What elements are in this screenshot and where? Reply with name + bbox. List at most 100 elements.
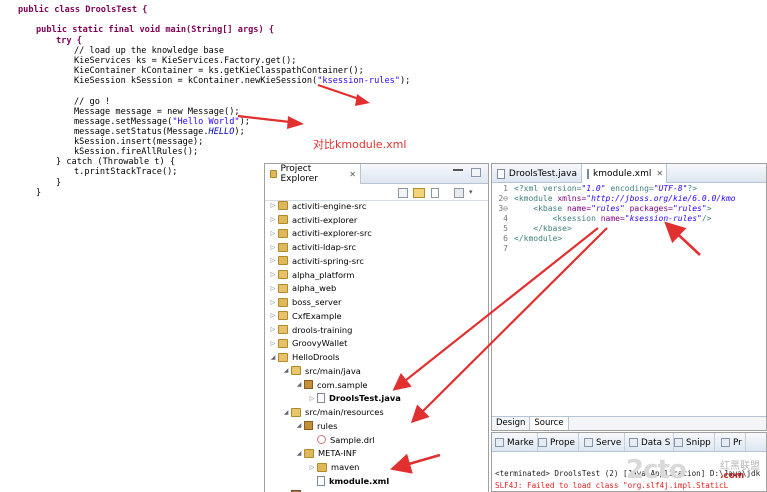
maximize-icon[interactable]: [471, 168, 481, 177]
collapse-all-icon[interactable]: [398, 188, 408, 198]
tab-progress[interactable]: Pr: [718, 433, 746, 452]
collapsed-icon[interactable]: ▷: [269, 202, 277, 209]
tree-item[interactable]: ▷ activiti-spring-src: [269, 254, 364, 268]
xml-file-icon: [587, 168, 589, 179]
folder-icon: [304, 448, 314, 458]
snippets-icon: [674, 438, 683, 447]
collapsed-icon[interactable]: ▷: [269, 299, 277, 306]
tree-item-label: CxfExample: [292, 310, 342, 321]
tree-item[interactable]: ◢ src/main/java: [282, 364, 361, 378]
tab-project-explorer[interactable]: Project Explorer ✕: [265, 164, 361, 184]
code-line: }: [56, 178, 62, 188]
tree-item[interactable]: ▷ CxfExample: [269, 309, 342, 323]
expanded-icon[interactable]: ◢: [295, 450, 303, 457]
watermark-text: 2cto: [626, 455, 687, 485]
xml-source[interactable]: 1 <?xml version="1.0" encoding="UTF-8"?> …: [492, 183, 766, 416]
tree-item[interactable]: kmodule.xml: [308, 474, 389, 488]
folder-icon: [278, 256, 288, 266]
tree-item[interactable]: ▷ activiti-explorer: [269, 213, 358, 227]
markers-icon: [495, 438, 504, 447]
source-folder-icon: [291, 407, 301, 417]
collapsed-icon[interactable]: ▷: [269, 244, 277, 251]
tree-item[interactable]: ▷ activiti-ldap-src: [269, 240, 356, 254]
tree-item[interactable]: ◢ com.sample: [295, 378, 368, 392]
code-line: kSession.insert(message);: [74, 137, 204, 147]
expanded-icon[interactable]: ◢: [282, 367, 290, 374]
tree-item[interactable]: ▷ drools-training: [269, 323, 353, 337]
progress-icon: [721, 438, 730, 447]
collapsed-icon[interactable]: ▷: [269, 230, 277, 237]
tree-item-label: activiti-ldap-src: [292, 242, 357, 253]
code-line: t.printStackTrace();: [74, 167, 178, 177]
explorer-icon: [270, 170, 278, 178]
tree-item[interactable]: ▷ boss_server: [269, 295, 342, 309]
tree-item[interactable]: ◢ rules: [295, 419, 338, 433]
code-line: // load up the knowledge base: [74, 46, 225, 56]
tab-label: Project Explorer: [280, 164, 318, 184]
code-line: // go !: [74, 97, 111, 107]
xml-line: 5 </kbase>: [503, 224, 572, 233]
tree-item-label: com.sample: [317, 379, 368, 390]
tab-source[interactable]: Source: [530, 417, 569, 430]
collapsed-icon[interactable]: ▷: [269, 257, 277, 264]
tree-item[interactable]: ▷ maven: [308, 460, 360, 474]
xml-line: 7: [503, 244, 508, 253]
tree-item[interactable]: ▷ alpha_platform: [269, 268, 355, 282]
xml-line: 1 <?xml version="1.0" encoding="UTF-8"?>: [503, 184, 698, 193]
close-icon[interactable]: ✕: [656, 169, 663, 178]
code-line: }: [36, 188, 42, 198]
collapsed-icon[interactable]: ▷: [269, 312, 277, 319]
tab-kmodule-xml[interactable]: kmodule.xml ✕: [582, 164, 667, 183]
chevron-down-icon[interactable]: ▾: [469, 188, 481, 198]
link-editor-icon[interactable]: [413, 188, 425, 198]
collapsed-icon[interactable]: ▷: [269, 216, 277, 223]
tree-item[interactable]: Sample.drl: [308, 433, 375, 447]
code-line: try {: [56, 36, 82, 46]
code-line: Message message = new Message();: [74, 107, 240, 117]
tree-item[interactable]: ▷JRE System Library [jdk1.7.0]: [282, 488, 426, 492]
tab-snippets[interactable]: Snipp: [671, 433, 715, 452]
collapsed-icon[interactable]: ▷: [269, 340, 277, 347]
collapsed-icon[interactable]: ▷: [308, 464, 316, 471]
tree-item[interactable]: ▷ DroolsTest.java: [308, 392, 401, 406]
code-line: KieSession kSession = kContainer.newKieS…: [74, 76, 411, 86]
tab-droolstest-java[interactable]: DroolsTest.java: [492, 164, 582, 183]
code-line: } catch (Throwable t) {: [56, 157, 175, 167]
tree-item-label: activiti-engine-src: [292, 200, 367, 211]
view-menu-icon[interactable]: [431, 188, 439, 198]
collapsed-icon[interactable]: ▷: [308, 395, 316, 402]
tree-item[interactable]: ▷ activiti-explorer-src: [269, 227, 372, 241]
tree-item[interactable]: ◢ HelloDrools: [269, 350, 340, 364]
tree-item[interactable]: ◢ META-INF: [295, 447, 357, 461]
tab-design[interactable]: Design: [492, 417, 531, 430]
tab-servers[interactable]: Serve: [581, 433, 626, 452]
tree-item[interactable]: ▷ activiti-engine-src: [269, 199, 367, 213]
tree-item-label: rules: [317, 420, 338, 431]
expanded-icon[interactable]: ◢: [282, 409, 290, 416]
tab-markers[interactable]: Marke: [492, 433, 538, 452]
tree-item[interactable]: ◢ src/main/resources: [282, 405, 384, 419]
expanded-icon[interactable]: ◢: [269, 354, 277, 361]
minimize-icon[interactable]: [453, 169, 463, 172]
tab-properties[interactable]: Prope: [535, 433, 579, 452]
tree-item[interactable]: ▷ alpha_web: [269, 282, 337, 296]
folder-icon: [278, 242, 288, 252]
watermark-url: .com: [720, 471, 745, 481]
collapsed-icon[interactable]: ▷: [269, 326, 277, 333]
collapsed-icon[interactable]: ▷: [269, 271, 277, 278]
tree-item-label: HelloDrools: [292, 352, 340, 363]
expanded-icon[interactable]: ◢: [295, 381, 303, 388]
source-folder-icon: [291, 366, 301, 376]
filter-icon[interactable]: [454, 188, 464, 198]
tab-data-source[interactable]: Data S: [626, 433, 675, 452]
editor-tabbar: DroolsTest.java kmodule.xml ✕: [492, 164, 766, 183]
tree-item-label: drools-training: [292, 324, 353, 335]
expanded-icon[interactable]: ◢: [295, 422, 303, 429]
editor-bottom-tabs: Design Source: [492, 416, 766, 430]
properties-icon: [538, 438, 547, 447]
project-icon: [278, 270, 288, 280]
close-icon[interactable]: ✕: [349, 170, 356, 179]
collapsed-icon[interactable]: ▷: [269, 285, 277, 292]
project-icon: [278, 352, 288, 362]
tree-item[interactable]: ▷ GroovyWallet: [269, 337, 348, 351]
